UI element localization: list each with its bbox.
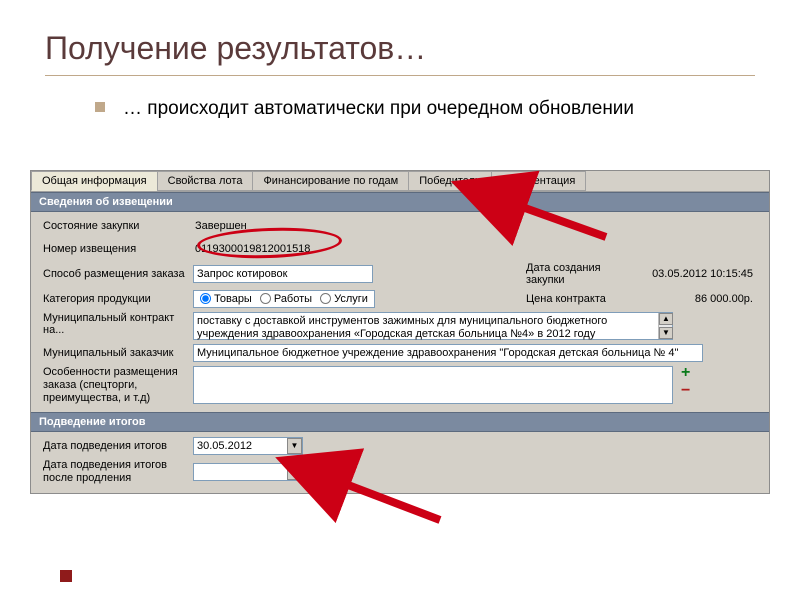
- tab-general-info[interactable]: Общая информация: [31, 171, 158, 191]
- tab-financing-by-year[interactable]: Финансирование по годам: [252, 171, 409, 191]
- tab-bar: Общая информация Свойства лота Финансиро…: [31, 171, 769, 192]
- scrollbar[interactable]: ▲ ▼: [658, 313, 672, 339]
- tab-winners[interactable]: Победители: [408, 171, 492, 191]
- remove-button[interactable]: −: [681, 384, 690, 398]
- textarea-contract-desc[interactable]: поставку с доставкой инструментов зажимн…: [193, 312, 673, 340]
- input-method[interactable]: [193, 265, 373, 283]
- tab-documentation[interactable]: Документация: [491, 171, 586, 191]
- date-input-result-ext[interactable]: ▼: [193, 463, 303, 481]
- date-input-result[interactable]: 30.05.2012 ▼: [193, 437, 303, 455]
- label-result-date: Дата подведения итогов: [43, 440, 193, 452]
- section-notice-info: Сведения об извещении: [31, 192, 769, 212]
- label-result-date-ext: Дата подведения итогов после продления: [43, 459, 193, 485]
- dropdown-icon[interactable]: ▼: [287, 438, 302, 454]
- radio-goods[interactable]: Товары: [200, 293, 252, 305]
- label-create-date: Дата создания закупки: [526, 262, 621, 286]
- radio-works[interactable]: Работы: [260, 293, 312, 305]
- app-window: Общая информация Свойства лота Финансиро…: [30, 170, 770, 494]
- value-create-date: 03.05.2012 10:15:45: [633, 268, 753, 280]
- radio-group-category: Товары Работы Услуги: [193, 290, 375, 308]
- label-notice-number: Номер извещения: [43, 243, 193, 255]
- bullet-item: … происходит автоматически при очередном…: [95, 96, 755, 122]
- bullet-text: … происходит автоматически при очередном…: [123, 96, 634, 122]
- label-features: Особенности размещения заказа (спецторги…: [43, 366, 193, 406]
- listbox-features[interactable]: [193, 366, 673, 404]
- label-contract-for: Муниципальный контракт на...: [43, 312, 193, 336]
- dropdown-icon[interactable]: ▼: [287, 464, 302, 480]
- section-results: Подведение итогов: [31, 412, 769, 432]
- value-contract-price: 86 000.00р.: [633, 293, 753, 305]
- bullet-marker: [95, 102, 105, 112]
- input-customer[interactable]: [193, 344, 703, 362]
- footer-marker: [60, 570, 72, 582]
- scroll-down-icon[interactable]: ▼: [659, 327, 673, 339]
- label-customer: Муниципальный заказчик: [43, 347, 193, 359]
- label-contract-price: Цена контракта: [526, 293, 621, 305]
- add-button[interactable]: +: [681, 366, 690, 380]
- label-status: Состояние закупки: [43, 220, 193, 232]
- value-notice-number: 0119300019812001518: [193, 243, 310, 255]
- value-status: Завершен: [193, 220, 247, 232]
- radio-services[interactable]: Услуги: [320, 293, 368, 305]
- scroll-up-icon[interactable]: ▲: [659, 313, 673, 325]
- label-method: Способ размещения заказа: [43, 268, 193, 280]
- tab-lot-properties[interactable]: Свойства лота: [157, 171, 254, 191]
- label-category: Категория продукции: [43, 293, 193, 305]
- slide-title: Получение результатов…: [45, 30, 755, 76]
